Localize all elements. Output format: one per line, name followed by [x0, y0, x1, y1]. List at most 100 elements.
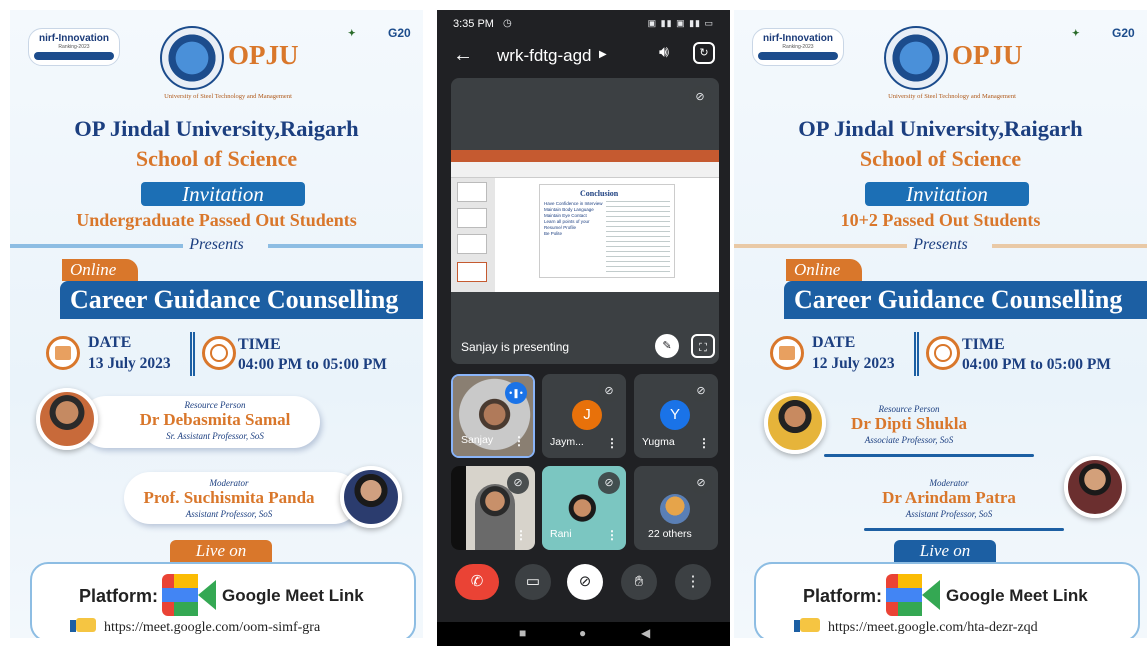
university-seal-icon: [160, 26, 224, 90]
meet-toolbar: ← wrk-fdtg-agd ▶ 🔊︎ ↻: [437, 38, 730, 78]
back-arrow-icon[interactable]: ←: [453, 44, 473, 67]
google-meet-icon: [886, 574, 940, 616]
presents-row: Presents: [10, 236, 423, 254]
date-time-divider: [190, 332, 195, 376]
mic-off-icon: ⊘: [690, 472, 712, 494]
resource-designation: Sr. Assistant Professor, SoS: [166, 431, 264, 441]
timer-icon: ◷: [503, 18, 512, 29]
resource-name: Dr Dipti Shukla: [851, 414, 967, 433]
flip-camera-icon[interactable]: ↻: [693, 42, 715, 64]
participant-tile-jaym[interactable]: ⊘ J Jaym... ⋮: [542, 374, 626, 458]
nirf-subtitle: Ranking-2023: [782, 44, 814, 50]
time-value: 04:00 PM to 05:00 PM: [238, 356, 387, 373]
status-bar: 3:35 PM ◷ ▣ ▮▮ ▣ ▮▮ ▭: [437, 10, 730, 38]
slide-bullet: Learn all points of your Resume/ Profile: [544, 219, 590, 230]
clock-icon: [926, 336, 960, 370]
school-name: School of Science: [135, 146, 298, 171]
signal-battery-icon: ▣ ▮▮ ▣ ▮▮ ▭: [647, 18, 714, 28]
moderator-designation: Assistant Professor, SoS: [905, 509, 993, 519]
pin-icon[interactable]: ✎: [655, 334, 679, 358]
moderator-designation: Assistant Professor, SoS: [185, 509, 273, 519]
participant-avatar: Y: [660, 400, 690, 430]
more-options-icon[interactable]: ⋮: [606, 436, 618, 450]
presents-text: Presents: [183, 236, 250, 253]
logo-text: OPJU: [228, 40, 299, 70]
mic-off-icon: ⊘: [507, 472, 529, 494]
caret-right-icon[interactable]: ▶: [599, 49, 607, 60]
nirf-bar: [758, 52, 838, 60]
meeting-code[interactable]: wrk-fdtg-agd: [497, 46, 591, 66]
invitation-banner: Invitation: [141, 182, 305, 206]
recents-icon[interactable]: ■: [519, 626, 526, 640]
camera-button[interactable]: ▭: [515, 564, 551, 600]
slide-bullets: Have Confidence in Interview Maintain Bo…: [544, 201, 606, 237]
presenting-label: Sanjay is presenting: [461, 340, 570, 354]
ppt-titlebar: [451, 150, 719, 162]
clock-icon: [202, 336, 236, 370]
moderator-name: Prof. Suchismita Panda: [143, 488, 315, 507]
google-meet-icon: [162, 574, 216, 616]
nirf-bar: [34, 52, 114, 60]
screenshot-root: nirf-Innovation Ranking-2023 OPJU Univer…: [0, 0, 1147, 646]
participant-tile-rani[interactable]: ⊘ Rani ⋮: [542, 466, 626, 550]
logo-subtitle: University of Steel Technology and Manag…: [888, 93, 1016, 100]
more-options-icon[interactable]: ⋮: [515, 528, 527, 542]
back-icon[interactable]: ◀: [641, 626, 650, 640]
more-actions-button[interactable]: ⋮: [675, 564, 711, 600]
home-icon[interactable]: ●: [579, 626, 586, 640]
audience-text: 10+2 Passed Out Students: [840, 210, 1041, 230]
slide-bullet: Be Polite: [544, 231, 563, 236]
slide-hindi-text: [606, 201, 670, 275]
date-time-divider: [914, 332, 919, 376]
resource-role: Resource Person: [878, 404, 940, 414]
moderator-underline: [864, 528, 1064, 531]
fullscreen-icon[interactable]: ⛶: [691, 334, 715, 358]
presents-row: Presents: [734, 236, 1147, 254]
speaker-icon[interactable]: 🔊︎: [659, 44, 669, 62]
ppt-slide: Conclusion Have Confidence in Interview …: [539, 184, 675, 278]
participant-tile-yugma[interactable]: ⊘ Y Yugma ⋮: [634, 374, 718, 458]
date-value: 12 July 2023: [812, 355, 895, 372]
more-options-icon[interactable]: ⋮: [698, 436, 710, 450]
mic-off-icon: ⊘: [690, 380, 712, 402]
more-options-icon[interactable]: ⋮: [606, 528, 618, 542]
mic-button[interactable]: ⊘: [567, 564, 603, 600]
raise-hand-button[interactable]: ✋︎: [621, 564, 657, 600]
calendar-icon: [770, 336, 804, 370]
meet-url[interactable]: https://meet.google.com/hta-dezr-zqd: [828, 620, 1038, 636]
university-seal-icon: [884, 26, 948, 90]
participant-avatar: [660, 494, 690, 524]
presents-text: Presents: [907, 236, 974, 253]
audience-text: Undergraduate Passed Out Students: [76, 210, 357, 230]
resource-role: Resource Person: [184, 400, 246, 410]
meet-link-label: Google Meet Link: [946, 586, 1088, 605]
platform-box: Platform: Google Meet Link https://meet.…: [754, 562, 1140, 638]
resource-designation: Associate Professor, SoS: [864, 435, 954, 445]
participant-name: Jaym...: [550, 436, 584, 448]
event-title-banner: Career Guidance Counselling: [60, 281, 423, 319]
date-value: 13 July 2023: [88, 355, 171, 372]
event-title-banner: Career Guidance Counselling: [784, 281, 1147, 319]
university-name: OP Jindal University,Raigarh: [798, 116, 1083, 141]
more-options-icon[interactable]: ⋮: [513, 434, 525, 448]
participant-tile-others[interactable]: ⊘ 22 others: [634, 466, 718, 550]
speaking-indicator-icon: •❚•: [505, 382, 527, 404]
participant-name: Rani: [550, 528, 572, 540]
presentation-tile[interactable]: ⊘ Conclusion Have Confidence in Intervie…: [451, 78, 719, 364]
nirf-title: nirf-Innovation: [763, 33, 833, 44]
meet-url[interactable]: https://meet.google.com/oom-simf-gra: [104, 620, 320, 636]
azadi-logo-icon: ✦: [348, 28, 356, 38]
participant-tile-sanjay[interactable]: •❚• Sanjay ⋮: [451, 374, 535, 458]
time-label: TIME: [238, 336, 281, 353]
g20-logo: G20: [388, 26, 411, 40]
online-tag: Online: [62, 259, 138, 281]
mic-off-icon: ⊘: [689, 86, 711, 108]
status-time: 3:35 PM: [453, 18, 494, 30]
end-call-button[interactable]: ✆: [455, 564, 499, 600]
university-name: OP Jindal University,Raigarh: [74, 116, 359, 141]
mic-off-icon: ⊘: [598, 472, 620, 494]
g20-logo: G20: [1112, 26, 1135, 40]
participant-avatar: J: [572, 400, 602, 430]
mic-off-icon: ⊘: [598, 380, 620, 402]
participant-tile-unknown[interactable]: ⊘ ⋮: [451, 466, 535, 550]
